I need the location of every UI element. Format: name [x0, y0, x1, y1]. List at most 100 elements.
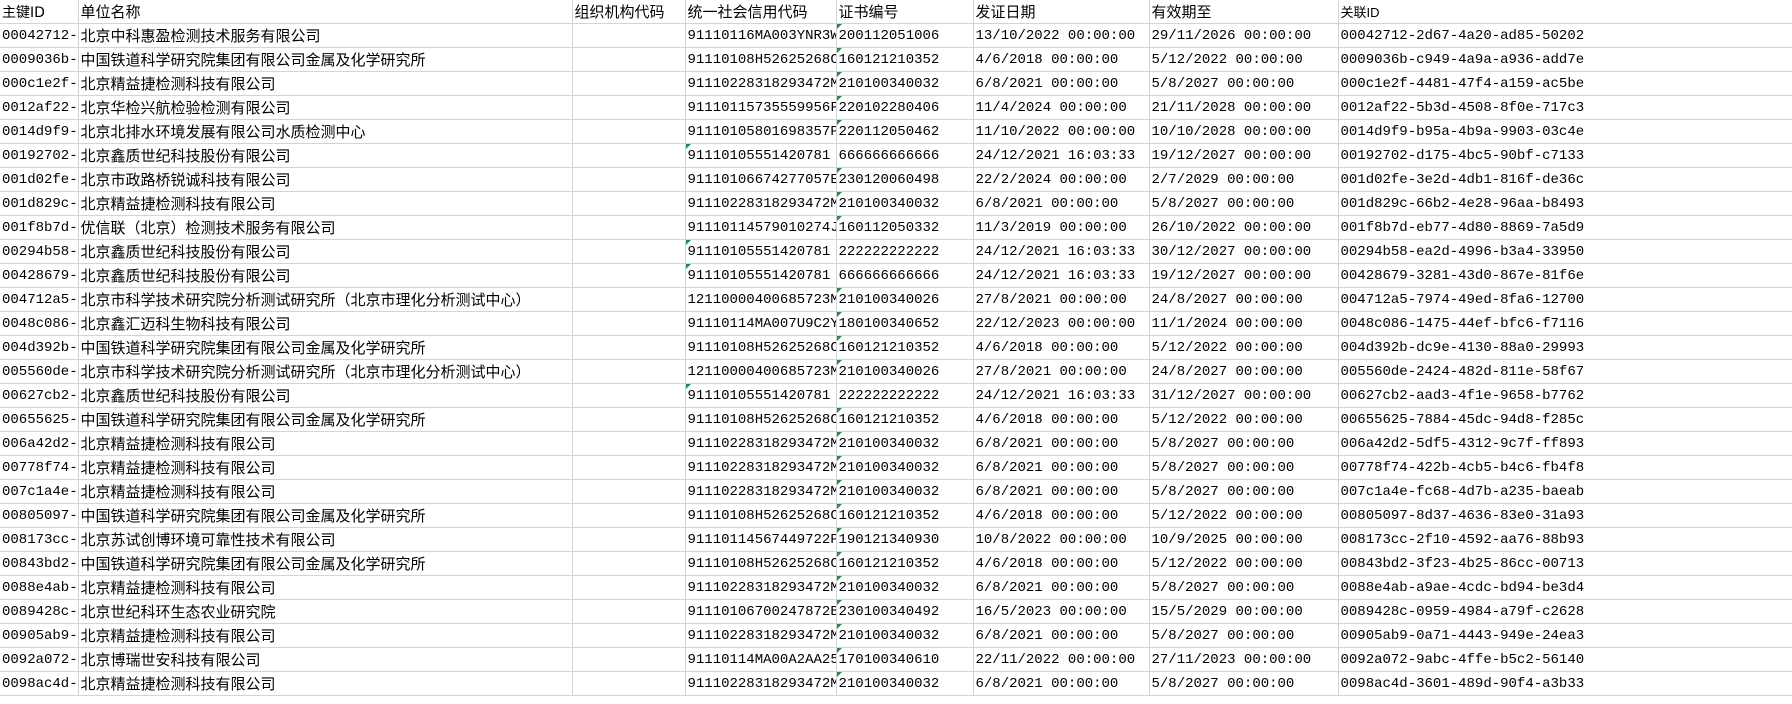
- cell-org-code[interactable]: [572, 95, 686, 120]
- cell-expiry[interactable]: 11/1/2024 00:00:00: [1149, 311, 1339, 336]
- cell-related-id[interactable]: 00294b58-ea2d-4996-b3a4-33950: [1338, 239, 1792, 264]
- cell-issue-date[interactable]: 24/12/2021 16:03:33: [973, 263, 1150, 288]
- cell-cert-no[interactable]: 230120060498: [836, 167, 974, 192]
- cell-issue-date[interactable]: 6/8/2021 00:00:00: [973, 455, 1150, 480]
- cell-issue-date[interactable]: 13/10/2022 00:00:00: [973, 23, 1150, 48]
- cell-credit-code[interactable]: 91110108H52625268C: [685, 551, 837, 576]
- cell-cert-no[interactable]: 160121210352: [836, 47, 974, 72]
- cell-org-code[interactable]: [572, 47, 686, 72]
- cell-related-id[interactable]: 0098ac4d-3601-489d-90f4-a3b33: [1338, 671, 1792, 696]
- cell-credit-code[interactable]: 91110105551420781 2: [685, 383, 837, 408]
- cell-related-id[interactable]: 00627cb2-aad3-4f1e-9658-b7762: [1338, 383, 1792, 408]
- cell-org-code[interactable]: [572, 287, 686, 312]
- cell-org-code[interactable]: [572, 359, 686, 384]
- cell-expiry[interactable]: 24/8/2027 00:00:00: [1149, 287, 1339, 312]
- cell-expiry[interactable]: 29/11/2026 00:00:00: [1149, 23, 1339, 48]
- cell-related-id[interactable]: 00655625-7884-45dc-94d8-f285c: [1338, 407, 1792, 432]
- cell-cert-no[interactable]: 200112051006: [836, 23, 974, 48]
- cell-expiry[interactable]: 31/12/2027 00:00:00: [1149, 383, 1339, 408]
- cell-cert-no[interactable]: 160121210352: [836, 503, 974, 528]
- cell-expiry[interactable]: 10/10/2028 00:00:00: [1149, 119, 1339, 144]
- cell-expiry[interactable]: 30/12/2027 00:00:00: [1149, 239, 1339, 264]
- cell-credit-code[interactable]: 12110000400685723M: [685, 359, 837, 384]
- cell-credit-code[interactable]: 91110106700247872B: [685, 599, 837, 624]
- cell-expiry[interactable]: 26/10/2022 00:00:00: [1149, 215, 1339, 240]
- cell-issue-date[interactable]: 6/8/2021 00:00:00: [973, 575, 1150, 600]
- cell-credit-code[interactable]: 91110228318293472M: [685, 623, 837, 648]
- cell-cert-no[interactable]: 210100340026: [836, 287, 974, 312]
- cell-issue-date[interactable]: 11/10/2022 00:00:00: [973, 119, 1150, 144]
- cell-id[interactable]: 005560de-2: [0, 359, 79, 384]
- cell-id[interactable]: 0098ac4d-3: [0, 671, 79, 696]
- cell-org-code[interactable]: [572, 647, 686, 672]
- cell-issue-date[interactable]: 24/12/2021 16:03:33: [973, 239, 1150, 264]
- cell-cert-no[interactable]: 210100340032: [836, 623, 974, 648]
- cell-name[interactable]: 北京苏试创博环境可靠性技术有限公司: [78, 527, 573, 552]
- cell-org-code[interactable]: [572, 23, 686, 48]
- cell-related-id[interactable]: 0092a072-9abc-4ffe-b5c2-56140: [1338, 647, 1792, 672]
- cell-id[interactable]: 0092a072-9: [0, 647, 79, 672]
- cell-related-id[interactable]: 0014d9f9-b95a-4b9a-9903-03c4e: [1338, 119, 1792, 144]
- cell-cert-no[interactable]: 210100340032: [836, 455, 974, 480]
- cell-credit-code[interactable]: 91110228318293472M: [685, 431, 837, 456]
- cell-credit-code[interactable]: 91110106674277057E: [685, 167, 837, 192]
- cell-name[interactable]: 北京华检兴航检验检测有限公司: [78, 95, 573, 120]
- header-cell-org-code[interactable]: 组织机构代码: [572, 0, 686, 24]
- cell-expiry[interactable]: 5/8/2027 00:00:00: [1149, 671, 1339, 696]
- cell-expiry[interactable]: 24/8/2027 00:00:00: [1149, 359, 1339, 384]
- cell-related-id[interactable]: 00428679-3281-43d0-867e-81f6e: [1338, 263, 1792, 288]
- cell-org-code[interactable]: [572, 479, 686, 504]
- cell-name[interactable]: 北京中科惠盈检测技术服务有限公司: [78, 23, 573, 48]
- cell-related-id[interactable]: 00843bd2-3f23-4b25-86cc-00713: [1338, 551, 1792, 576]
- cell-credit-code[interactable]: 91110228318293472M: [685, 455, 837, 480]
- cell-issue-date[interactable]: 24/12/2021 16:03:33: [973, 383, 1150, 408]
- cell-expiry[interactable]: 5/8/2027 00:00:00: [1149, 191, 1339, 216]
- cell-related-id[interactable]: 004d392b-dc9e-4130-88a0-29993: [1338, 335, 1792, 360]
- cell-issue-date[interactable]: 10/8/2022 00:00:00: [973, 527, 1150, 552]
- cell-org-code[interactable]: [572, 623, 686, 648]
- cell-related-id[interactable]: 0089428c-0959-4984-a79f-c2628: [1338, 599, 1792, 624]
- cell-id[interactable]: 00655625-7: [0, 407, 79, 432]
- cell-id[interactable]: 00428679-3: [0, 263, 79, 288]
- cell-id[interactable]: 000c1e2f-4: [0, 71, 79, 96]
- cell-issue-date[interactable]: 4/6/2018 00:00:00: [973, 407, 1150, 432]
- cell-expiry[interactable]: 5/8/2027 00:00:00: [1149, 623, 1339, 648]
- cell-name[interactable]: 北京精益捷检测科技有限公司: [78, 479, 573, 504]
- cell-expiry[interactable]: 5/8/2027 00:00:00: [1149, 455, 1339, 480]
- cell-org-code[interactable]: [572, 71, 686, 96]
- cell-cert-no[interactable]: 160121210352: [836, 335, 974, 360]
- cell-credit-code[interactable]: 91110228318293472M: [685, 191, 837, 216]
- cell-related-id[interactable]: 00042712-2d67-4a20-ad85-50202: [1338, 23, 1792, 48]
- cell-credit-code[interactable]: 91110228318293472M: [685, 575, 837, 600]
- cell-related-id[interactable]: 004712a5-7974-49ed-8fa6-12700: [1338, 287, 1792, 312]
- cell-org-code[interactable]: [572, 503, 686, 528]
- cell-name[interactable]: 北京精益捷检测科技有限公司: [78, 575, 573, 600]
- cell-issue-date[interactable]: 6/8/2021 00:00:00: [973, 71, 1150, 96]
- cell-credit-code[interactable]: 91110114MA00A2AA25: [685, 647, 837, 672]
- cell-cert-no[interactable]: 180100340652: [836, 311, 974, 336]
- header-cell-expiry[interactable]: 有效期至: [1149, 0, 1339, 24]
- cell-id[interactable]: 0088e4ab-a: [0, 575, 79, 600]
- cell-id[interactable]: 0012af22-5: [0, 95, 79, 120]
- cell-name[interactable]: 北京精益捷检测科技有限公司: [78, 455, 573, 480]
- cell-expiry[interactable]: 5/8/2027 00:00:00: [1149, 431, 1339, 456]
- cell-org-code[interactable]: [572, 383, 686, 408]
- cell-org-code[interactable]: [572, 551, 686, 576]
- header-cell-name[interactable]: 单位名称: [78, 0, 573, 24]
- cell-id[interactable]: 001f8b7d-e: [0, 215, 79, 240]
- cell-id[interactable]: 00192702-d: [0, 143, 79, 168]
- cell-related-id[interactable]: 006a42d2-5df5-4312-9c7f-ff893: [1338, 431, 1792, 456]
- cell-expiry[interactable]: 5/12/2022 00:00:00: [1149, 551, 1339, 576]
- cell-org-code[interactable]: [572, 263, 686, 288]
- cell-org-code[interactable]: [572, 143, 686, 168]
- cell-org-code[interactable]: [572, 311, 686, 336]
- cell-issue-date[interactable]: 6/8/2021 00:00:00: [973, 671, 1150, 696]
- cell-expiry[interactable]: 19/12/2027 00:00:00: [1149, 263, 1339, 288]
- cell-name[interactable]: 中国铁道科学研究院集团有限公司金属及化学研究所: [78, 551, 573, 576]
- cell-id[interactable]: 00042712-2: [0, 23, 79, 48]
- cell-org-code[interactable]: [572, 407, 686, 432]
- cell-related-id[interactable]: 001f8b7d-eb77-4d80-8869-7a5d9: [1338, 215, 1792, 240]
- cell-credit-code[interactable]: 91110228318293472M: [685, 671, 837, 696]
- cell-related-id[interactable]: 000c1e2f-4481-47f4-a159-ac5be: [1338, 71, 1792, 96]
- cell-credit-code[interactable]: 12110000400685723M: [685, 287, 837, 312]
